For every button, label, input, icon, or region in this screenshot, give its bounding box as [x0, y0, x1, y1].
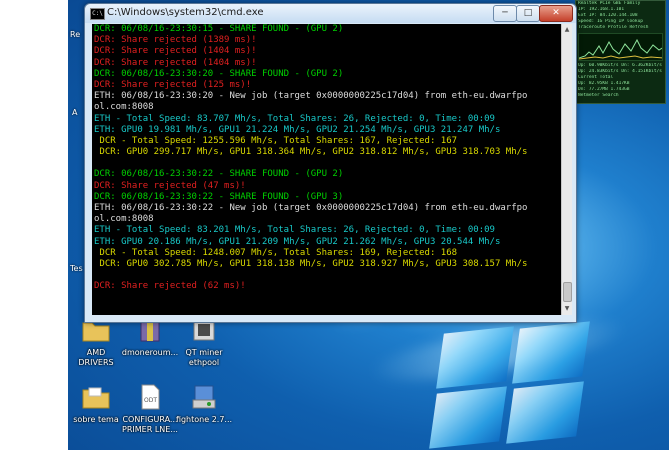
network-meter-gadget[interactable]: Realtek PCIe GBE Family IP: 192.168.1.101…	[575, 0, 666, 104]
scroll-down-arrow-icon[interactable]: ▼	[562, 303, 572, 315]
console-line: ETH: 06/08/16-23:30:22 - New job (target…	[94, 203, 528, 213]
console-line: DCR: GPU0 302.785 Mh/s, GPU1 318.138 Mh/…	[94, 258, 528, 269]
edge-label-a: A	[72, 108, 78, 117]
gadget-row: Netmeter Search	[578, 93, 619, 98]
console-line: ETH - Total Speed: 83.707 Mh/s, Total Sh…	[94, 113, 495, 124]
folder-icon	[81, 382, 111, 412]
gadget-info-rows: Realtek PCIe GBE Family IP: 192.168.1.101…	[576, 1, 665, 31]
console-scrollbar[interactable]: ▲ ▼	[561, 24, 572, 315]
console-output[interactable]: DCR: 06/08/16-23:30:15 - SHARE FOUND - (…	[92, 24, 561, 315]
console-line: ol.com:8008	[94, 102, 154, 113]
scroll-thumb[interactable]	[563, 282, 572, 302]
maximize-button[interactable]: □	[516, 5, 540, 22]
wallpaper-logo-pane	[512, 321, 590, 384]
desktop-icon-configura[interactable]: ODT CONFIGURA... PRIMER LNE...	[119, 382, 181, 435]
gadget-traffic-graph	[578, 33, 663, 61]
console-line: DCR - Total Speed: 1255.596 Mh/s, Total …	[94, 135, 458, 146]
close-button[interactable]: ✕	[539, 5, 573, 22]
console-line: DCR: Share rejected (1404 ms)!	[94, 46, 257, 57]
edge-label-tes: Tes	[70, 264, 83, 273]
cmd-icon: C:\	[90, 8, 105, 20]
document-icon: ODT	[135, 382, 165, 412]
console-line: DCR: 06/08/16-23:30:15 - SHARE FOUND - (…	[94, 24, 344, 34]
desktop-icon-label: fightone 2.7...	[175, 415, 233, 424]
console-line: DCR: Share rejected (62 ms)!	[94, 281, 246, 292]
wallpaper-logo-pane	[506, 381, 584, 444]
installer-icon	[189, 382, 219, 412]
console-line: DCR: Share rejected (125 ms)!	[94, 79, 252, 90]
desktop-icon-label: dmoneroum...	[121, 348, 179, 357]
wallpaper-logo-pane	[436, 326, 514, 389]
gadget-row: Traceroute Profile Refresh	[578, 25, 649, 30]
desktop-icon-sobre-tema[interactable]: sobre tema	[65, 382, 127, 425]
edge-label-re: Re	[70, 30, 81, 39]
desktop-icon-label: sobre tema	[73, 415, 119, 424]
gadget-total-rows: Current Total Up: 82.95KB 1.417KB Dn: 77.2…	[576, 75, 665, 99]
wallpaper-logo-pane	[429, 386, 507, 449]
window-title: C:\Windows\system32\cmd.exe	[107, 7, 264, 18]
console-line: DCR: 06/08/16-23:30:20 - SHARE FOUND - (…	[94, 68, 344, 79]
console-line: DCR: Share rejected (47 ms)!	[94, 180, 246, 191]
cmd-window[interactable]: C:\ C:\Windows\system32\cmd.exe ─ □ ✕ DC…	[84, 3, 577, 323]
gadget-speed-rows: Up: 60.90Kbit/s Dn: 6.362Kbit/s Up: 24.83…	[576, 63, 665, 75]
console-line: ETH: GPU0 19.981 Mh/s, GPU1 21.224 Mh/s,…	[94, 124, 501, 135]
console-line: ETH: 06/08/16-23:30:20 - New job (target…	[94, 91, 528, 102]
console-line: ol.com:8008	[94, 214, 154, 225]
console-line: ETH - Total Speed: 83.201 Mh/s, Total Sh…	[94, 225, 495, 236]
console-line: DCR: 06/08/16-23:30:22 - SHARE FOUND - (…	[94, 191, 344, 202]
scroll-up-arrow-icon[interactable]: ▲	[562, 24, 572, 36]
desktop-icon-label: AMD DRIVERS	[78, 348, 114, 367]
svg-text:ODT: ODT	[144, 397, 157, 404]
desktop-icon-fightone[interactable]: fightone 2.7...	[173, 382, 235, 425]
console-line: DCR: 06/08/16-23:30:22 - SHARE FOUND - (…	[94, 169, 344, 180]
console-line: DCR: Share rejected (1389 ms)!	[94, 35, 257, 46]
console-line: ETH: GPU0 20.186 Mh/s, GPU1 21.209 Mh/s,…	[94, 236, 501, 247]
minimize-button[interactable]: ─	[493, 5, 517, 22]
window-titlebar[interactable]: C:\ C:\Windows\system32\cmd.exe ─ □ ✕	[85, 4, 576, 23]
desktop-icon-label: CONFIGURA... PRIMER LNE...	[122, 415, 178, 434]
desktop-icon-label: QT miner ethpool	[185, 348, 223, 367]
console-line: DCR: Share rejected (1404 ms)!	[94, 57, 257, 68]
console-line: DCR: GPU0 299.717 Mh/s, GPU1 318.364 Mh/…	[94, 147, 528, 158]
console-line: DCR - Total Speed: 1248.007 Mh/s, Total …	[94, 247, 458, 258]
